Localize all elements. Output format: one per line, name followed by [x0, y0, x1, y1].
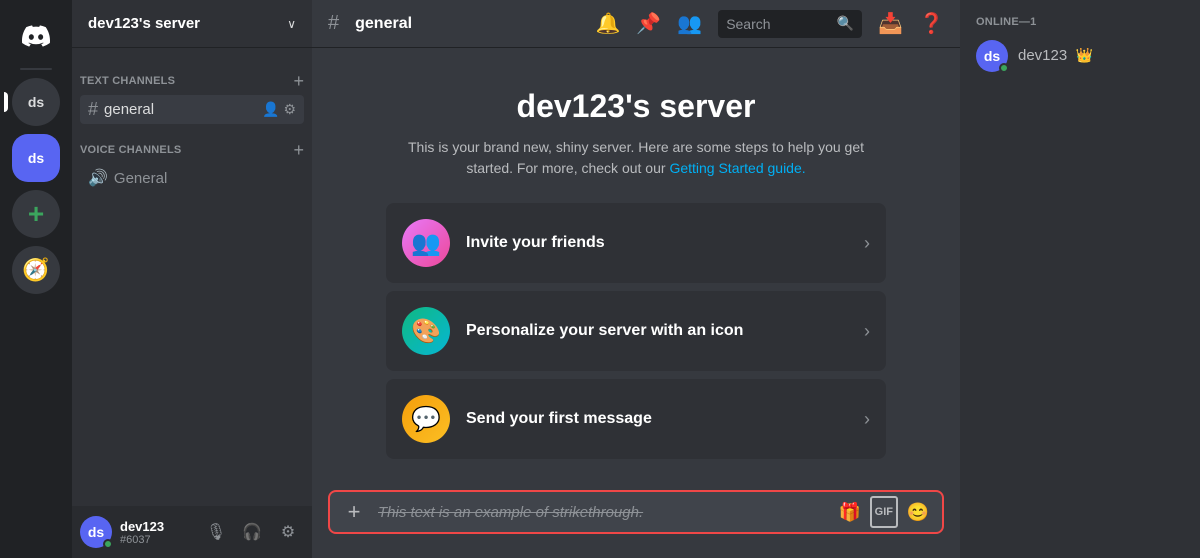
settings-icon[interactable]: ⚙ — [283, 101, 296, 118]
user-info: dev123 #6037 — [120, 519, 192, 546]
voice-channels-label: VOICE CHANNELS — [80, 144, 181, 156]
pin-icon[interactable]: 📌 — [636, 11, 661, 36]
search-input[interactable] — [726, 16, 829, 32]
content-area: dev123's server This is your brand new, … — [312, 48, 960, 490]
avatar: ds — [80, 516, 112, 548]
gif-button[interactable]: GIF — [870, 496, 898, 528]
invite-friends-card[interactable]: 👥 Invite your friends › — [386, 203, 886, 283]
top-bar: # general 🔔 📌 👥 🔍 📥 ❓ — [312, 0, 960, 48]
voice-channels-category: VOICE CHANNELS + — [72, 125, 312, 163]
deafen-button[interactable]: 🎧 — [236, 516, 268, 548]
welcome-description: This is your brand new, shiny server. He… — [386, 137, 886, 179]
gift-button[interactable]: 🎁 — [834, 496, 866, 528]
invite-icon: 👥 — [402, 219, 450, 267]
notification-bell-icon[interactable]: 🔔 — [595, 11, 620, 36]
member-status-indicator — [999, 63, 1009, 73]
message-add-button[interactable]: + — [338, 496, 370, 528]
voice-icon: 🔊 — [88, 168, 108, 188]
text-channels-category: TEXT CHANNELS + — [72, 56, 312, 94]
user-controls: 🎙 🎧 ⚙ — [200, 516, 304, 548]
first-message-icon: 💬 — [402, 395, 450, 443]
invite-label: Invite your friends — [466, 234, 848, 252]
channel-sidebar: dev123's server ∨ TEXT CHANNELS + # gene… — [72, 0, 312, 558]
discord-home-button[interactable] — [12, 12, 60, 60]
message-bar: + This text is an example of strikethrou… — [312, 490, 960, 558]
user-area: ds dev123 #6037 🎙 🎧 ⚙ — [72, 506, 312, 558]
member-item-dev123[interactable]: ds dev123 👑 — [968, 36, 1192, 76]
user-settings-button[interactable]: ⚙ — [272, 516, 304, 548]
action-cards: 👥 Invite your friends › 🎨 Personalize yo… — [386, 203, 886, 459]
voice-channel-name: General — [114, 170, 167, 187]
user-tag: #6037 — [120, 534, 192, 546]
message-input[interactable]: This text is an example of strikethrough… — [378, 504, 826, 521]
explore-servers-button[interactable]: 🧭 — [12, 246, 60, 294]
sidebar-item-ds-server-1[interactable]: ds — [12, 78, 60, 126]
channel-item-general-voice[interactable]: 🔊 General — [80, 164, 304, 192]
server-divider — [20, 68, 52, 70]
channel-item-general-text[interactable]: # general 👤 ⚙ — [80, 95, 304, 124]
welcome-title: dev123's server — [517, 88, 756, 125]
online-members-label: ONLINE—1 — [968, 16, 1192, 28]
invite-chevron-icon: › — [864, 233, 870, 254]
server-list: ds ds + 🧭 — [0, 0, 72, 558]
first-message-label: Send your first message — [466, 410, 848, 428]
message-actions: 🎁 GIF 😊 — [834, 496, 934, 528]
main-content: # general 🔔 📌 👥 🔍 📥 ❓ dev123's server Th… — [312, 0, 960, 558]
channel-list: TEXT CHANNELS + # general 👤 ⚙ VOICE CHAN… — [72, 48, 312, 506]
inbox-icon[interactable]: 📥 — [878, 11, 903, 36]
getting-started-link[interactable]: Getting Started guide. — [669, 160, 805, 176]
top-bar-actions: 🔔 📌 👥 🔍 📥 ❓ — [595, 10, 944, 38]
channel-name-general: general — [104, 101, 256, 118]
message-input-container[interactable]: + This text is an example of strikethrou… — [328, 490, 944, 534]
channel-hash-icon: # — [328, 12, 339, 35]
first-message-chevron-icon: › — [864, 409, 870, 430]
channel-actions: 👤 ⚙ — [262, 101, 296, 118]
channel-header-name: general — [355, 15, 412, 33]
add-member-icon[interactable]: 👤 — [262, 101, 279, 118]
personalize-icon: 🎨 — [402, 307, 450, 355]
add-voice-channel-button[interactable]: + — [293, 141, 304, 159]
member-name-dev123: dev123 — [1018, 47, 1067, 64]
text-channel-icon: # — [88, 99, 98, 120]
personalize-card[interactable]: 🎨 Personalize your server with an icon › — [386, 291, 886, 371]
add-server-button[interactable]: + — [12, 190, 60, 238]
personalize-label: Personalize your server with an icon — [466, 322, 848, 340]
search-bar[interactable]: 🔍 — [718, 10, 862, 38]
member-avatar-dev123: ds — [976, 40, 1008, 72]
sidebar-item-ds-server-active[interactable]: ds — [12, 134, 60, 182]
username: dev123 — [120, 519, 192, 534]
user-status-indicator — [103, 539, 113, 549]
help-icon[interactable]: ❓ — [919, 11, 944, 36]
search-icon: 🔍 — [837, 15, 854, 32]
text-channels-label: TEXT CHANNELS — [80, 75, 175, 87]
personalize-chevron-icon: › — [864, 321, 870, 342]
members-sidebar: ONLINE—1 ds dev123 👑 — [960, 0, 1200, 558]
members-icon[interactable]: 👥 — [677, 11, 702, 36]
server-name: dev123's server — [88, 15, 200, 32]
emoji-button[interactable]: 😊 — [902, 496, 934, 528]
add-text-channel-button[interactable]: + — [293, 72, 304, 90]
member-badge-crown: 👑 — [1076, 47, 1093, 63]
chevron-down-icon: ∨ — [287, 17, 296, 31]
mute-button[interactable]: 🎙 — [200, 516, 232, 548]
server-header[interactable]: dev123's server ∨ — [72, 0, 312, 48]
first-message-card[interactable]: 💬 Send your first message › — [386, 379, 886, 459]
